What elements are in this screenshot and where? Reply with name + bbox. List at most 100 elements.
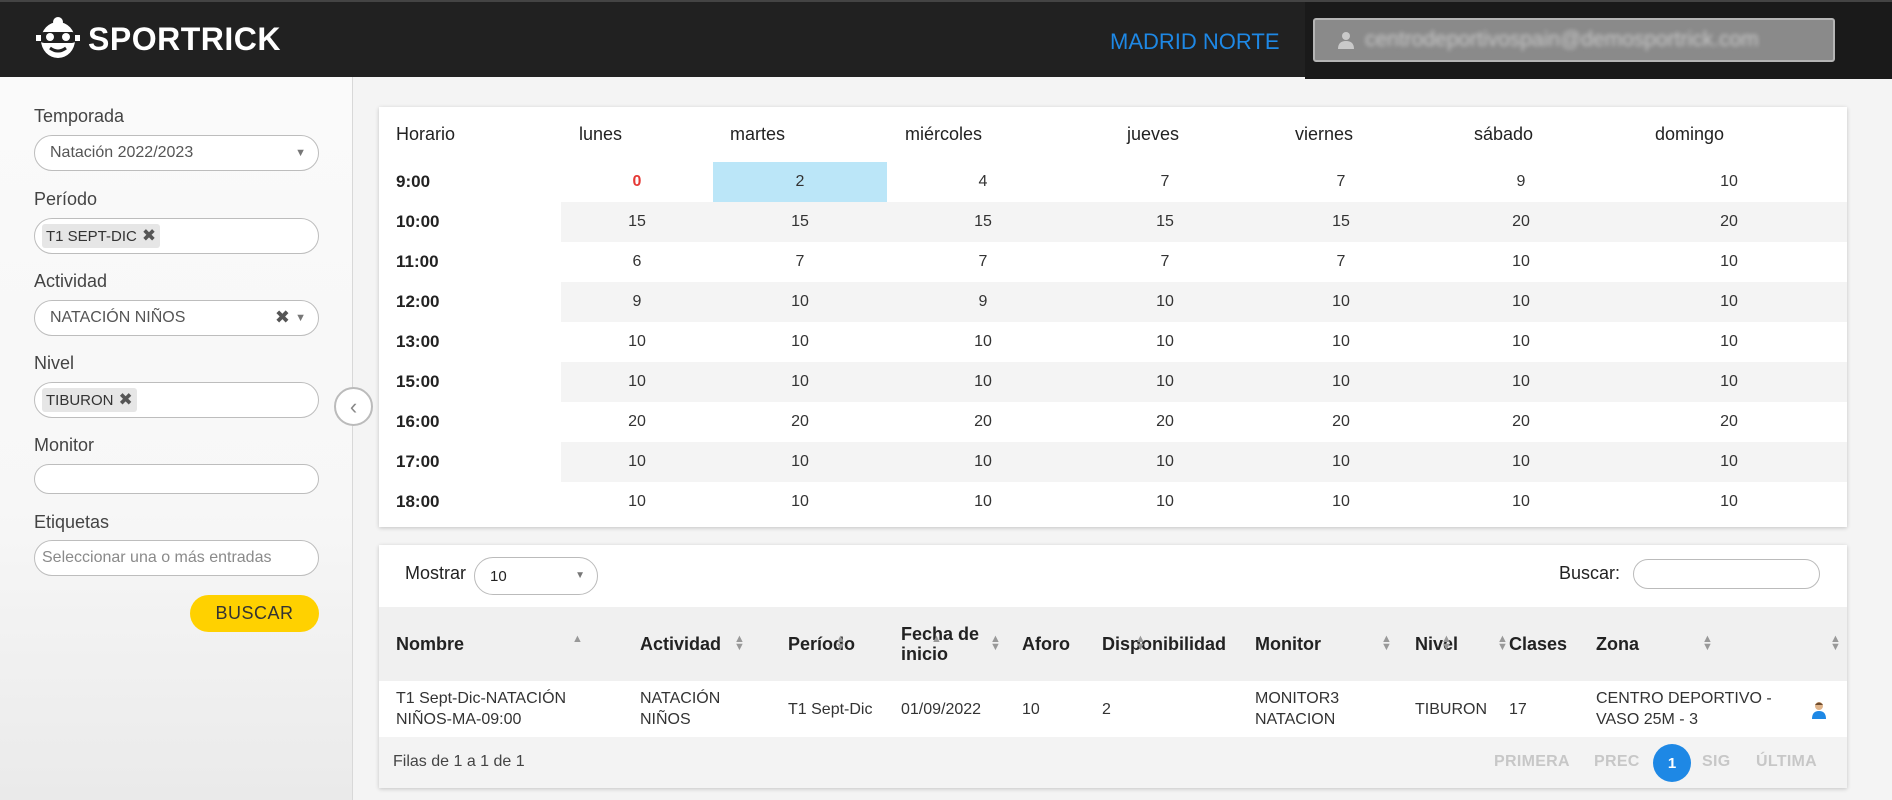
user-menu[interactable]: centrodeportivospain@demosportrick.com [1313, 18, 1835, 62]
schedule-slot[interactable]: 15 [1079, 202, 1251, 242]
schedule-slot[interactable]: 7 [1251, 162, 1431, 202]
schedule-slot[interactable]: 20 [1611, 402, 1847, 442]
monitor-select[interactable] [34, 464, 319, 494]
schedule-slot[interactable]: 10 [887, 482, 1079, 522]
temporada-select[interactable]: Natación 2022/2023 ▼ [34, 135, 319, 171]
schedule-slot[interactable]: 10 [1079, 362, 1251, 402]
schedule-slot[interactable]: 10 [713, 362, 887, 402]
schedule-slot[interactable]: 10 [713, 442, 887, 482]
schedule-slot[interactable]: 10 [713, 482, 887, 522]
schedule-slot[interactable]: 10 [561, 442, 713, 482]
schedule-slot[interactable]: 7 [1079, 162, 1251, 202]
schedule-slot[interactable]: 10 [1079, 482, 1251, 522]
schedule-slot[interactable]: 10 [1079, 442, 1251, 482]
column-header[interactable]: Clases [1509, 607, 1567, 681]
schedule-slot[interactable]: 10 [561, 362, 713, 402]
schedule-slot[interactable]: 0 [561, 162, 713, 202]
schedule-slot[interactable]: 10 [1611, 362, 1847, 402]
schedule-slot[interactable]: 10 [1079, 322, 1251, 362]
person-icon[interactable] [1811, 701, 1827, 719]
schedule-slot[interactable]: 15 [1251, 202, 1431, 242]
schedule-slot[interactable]: 10 [1431, 282, 1611, 322]
last-page-button[interactable]: ÚLTIMA [1756, 753, 1817, 771]
schedule-slot[interactable]: 10 [1611, 282, 1847, 322]
logo[interactable]: SPORTRICK [36, 16, 281, 62]
sort-icon[interactable]: ▲ ▼ [1381, 634, 1392, 653]
table-row[interactable]: T1 Sept-Dic-NATACIÓN NIÑOS-MA-09:00 NATA… [379, 681, 1847, 737]
search-input[interactable] [1633, 559, 1820, 589]
schedule-slot[interactable]: 7 [887, 242, 1079, 282]
schedule-slot[interactable]: 10 [1611, 442, 1847, 482]
schedule-slot[interactable]: 6 [561, 242, 713, 282]
buscar-button[interactable]: BUSCAR [190, 595, 319, 632]
schedule-slot[interactable]: 2 [713, 162, 887, 202]
schedule-slot[interactable]: 7 [1251, 242, 1431, 282]
schedule-slot[interactable]: 10 [887, 322, 1079, 362]
schedule-slot[interactable]: 10 [1251, 362, 1431, 402]
schedule-slot[interactable]: 10 [1251, 442, 1431, 482]
schedule-slot[interactable]: 7 [713, 242, 887, 282]
current-page-button[interactable]: 1 [1653, 744, 1691, 782]
schedule-slot[interactable]: 9 [561, 282, 713, 322]
schedule-slot[interactable]: 10 [561, 322, 713, 362]
column-header[interactable]: Actividad [640, 607, 721, 681]
schedule-slot[interactable]: 10 [1431, 442, 1611, 482]
etiquetas-select[interactable]: Seleccionar una o más entradas [34, 540, 319, 576]
center-name[interactable]: MADRID NORTE [1110, 29, 1280, 55]
column-header[interactable]: Monitor [1255, 607, 1321, 681]
collapse-sidebar-button[interactable]: ‹ [334, 387, 373, 426]
column-header[interactable]: Zona [1596, 607, 1639, 681]
schedule-slot[interactable]: 10 [1251, 482, 1431, 522]
schedule-slot[interactable]: 7 [1079, 242, 1251, 282]
schedule-slot[interactable]: 10 [1611, 162, 1847, 202]
schedule-slot[interactable]: 10 [1611, 242, 1847, 282]
column-header[interactable]: Nombre [396, 607, 464, 681]
schedule-slot[interactable]: 20 [1251, 402, 1431, 442]
sort-icon[interactable]: ▲ [572, 634, 583, 651]
schedule-slot[interactable]: 10 [1431, 362, 1611, 402]
schedule-slot[interactable]: 9 [1431, 162, 1611, 202]
column-header[interactable]: Fecha de inicio [901, 607, 991, 681]
schedule-slot[interactable]: 10 [1611, 322, 1847, 362]
schedule-slot[interactable]: 10 [1431, 482, 1611, 522]
schedule-slot[interactable]: 20 [1079, 402, 1251, 442]
schedule-slot[interactable]: 15 [713, 202, 887, 242]
schedule-slot[interactable]: 10 [713, 322, 887, 362]
sort-icon[interactable]: ▲ ▼ [1830, 634, 1841, 653]
remove-tag-icon[interactable]: ✖ [119, 390, 133, 410]
schedule-slot[interactable]: 15 [561, 202, 713, 242]
sort-icon[interactable]: ▲ ▼ [1135, 634, 1146, 653]
column-header[interactable]: Disponibilidad [1102, 607, 1226, 681]
schedule-slot[interactable]: 20 [561, 402, 713, 442]
periodo-select[interactable]: T1 SEPT-DIC ✖ [34, 218, 319, 254]
schedule-slot[interactable]: 9 [887, 282, 1079, 322]
schedule-slot[interactable]: 10 [1431, 242, 1611, 282]
sort-icon[interactable]: ▲ ▼ [734, 634, 745, 653]
actividad-select[interactable]: NATACIÓN NIÑOS ✖ ▼ [34, 300, 319, 336]
schedule-slot[interactable]: 10 [887, 442, 1079, 482]
page-size-select[interactable]: 10 ▼ [474, 557, 598, 595]
schedule-slot[interactable]: 20 [1431, 402, 1611, 442]
nivel-select[interactable]: TIBURON ✖ [34, 382, 319, 418]
schedule-slot[interactable]: 20 [887, 402, 1079, 442]
schedule-slot[interactable]: 20 [1431, 202, 1611, 242]
schedule-slot[interactable]: 10 [713, 282, 887, 322]
schedule-slot[interactable]: 20 [713, 402, 887, 442]
prev-page-button[interactable]: PREC [1594, 753, 1640, 771]
sort-icon[interactable]: ▲ ▼ [990, 634, 1001, 653]
sort-icon[interactable]: ▲ [931, 634, 942, 651]
first-page-button[interactable]: PRIMERA [1494, 753, 1570, 771]
sort-icon[interactable]: ▲ ▼ [1497, 634, 1508, 653]
schedule-slot[interactable]: 10 [1079, 282, 1251, 322]
schedule-slot[interactable]: 10 [1611, 482, 1847, 522]
clear-icon[interactable]: ✖ [275, 307, 290, 328]
sort-icon[interactable]: ▲ ▼ [835, 634, 846, 653]
remove-tag-icon[interactable]: ✖ [142, 226, 156, 246]
sort-icon[interactable]: ▲ ▼ [1441, 634, 1452, 653]
schedule-slot[interactable]: 10 [1251, 282, 1431, 322]
schedule-slot[interactable]: 10 [1431, 322, 1611, 362]
schedule-slot[interactable]: 20 [1611, 202, 1847, 242]
schedule-slot[interactable]: 10 [561, 482, 713, 522]
sort-icon[interactable]: ▲ ▼ [1702, 634, 1713, 653]
column-header[interactable]: Aforo [1022, 607, 1070, 681]
